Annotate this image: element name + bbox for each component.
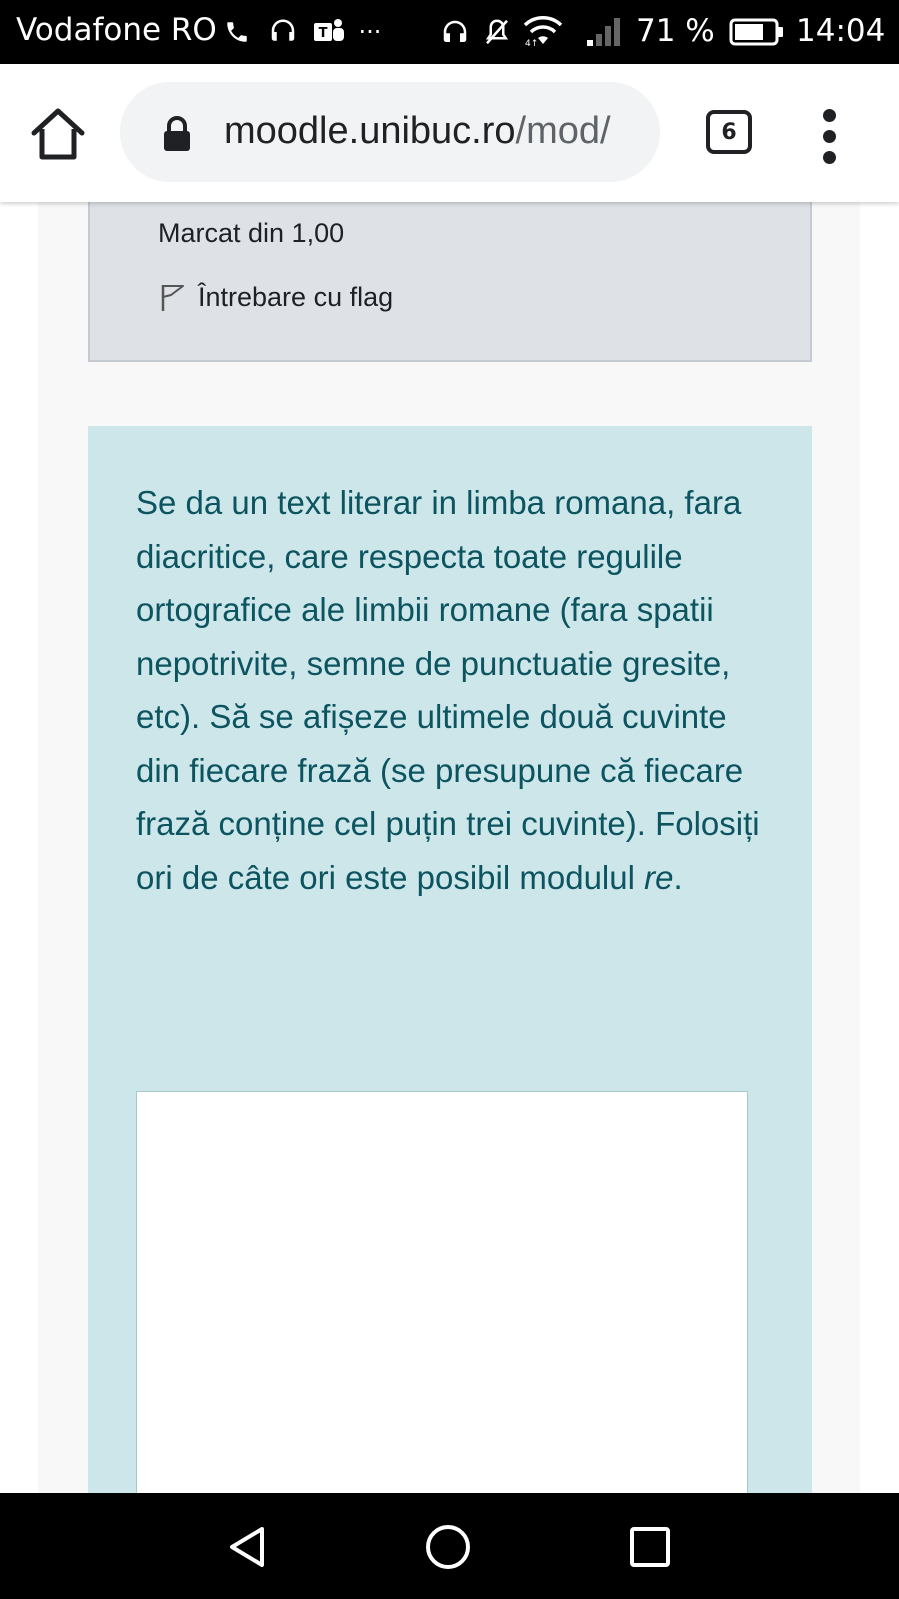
home-circle-icon[interactable]	[424, 1523, 472, 1571]
clock: 14:04	[796, 13, 886, 49]
question-info-box: Marcat din 1,00 Întrebare cu flag	[88, 202, 812, 362]
phone-icon	[222, 14, 252, 50]
tab-switcher-icon[interactable]: 6	[706, 110, 752, 154]
answer-input[interactable]	[136, 1091, 748, 1493]
signal-icon	[584, 14, 626, 50]
home-icon[interactable]	[30, 107, 86, 161]
question-mark: Marcat din 1,00	[158, 218, 345, 248]
question-container: Marcat din 1,00 Întrebare cu flag Se da …	[38, 202, 860, 1493]
teams-icon: T	[310, 14, 348, 50]
back-triangle-icon[interactable]	[222, 1523, 270, 1571]
status-bar: Vodafone RO T ··· 4↑ 71 % 14:04	[0, 0, 899, 64]
system-nav-bar	[0, 1493, 899, 1599]
url-path: /mod/	[515, 110, 611, 152]
svg-text:4↑: 4↑	[525, 39, 538, 48]
tab-count: 6	[721, 119, 737, 145]
url-host: moodle.unibuc.ro	[224, 110, 516, 152]
recents-square-icon[interactable]	[626, 1523, 674, 1571]
muted-icon	[480, 14, 514, 50]
lock-icon[interactable]	[162, 116, 192, 152]
battery-percent: 71 %	[636, 13, 715, 49]
question-text-main: Se da un text literar in limba romana, f…	[136, 484, 760, 896]
flag-label[interactable]: Întrebare cu flag	[198, 282, 393, 313]
wifi-icon: 4↑	[520, 14, 566, 50]
question-text: Se da un text literar in limba romana, f…	[136, 476, 776, 904]
url-text[interactable]: moodle.unibuc.ro/mod/	[224, 110, 644, 153]
headset-icon	[266, 14, 300, 50]
carrier-name: Vodafone RO	[16, 12, 217, 48]
question-text-end: .	[673, 858, 683, 896]
more-vert-icon[interactable]	[815, 109, 843, 165]
headphones-icon	[438, 14, 472, 50]
svg-text:T: T	[319, 26, 328, 41]
page-content: Marcat din 1,00 Întrebare cu flag Se da …	[0, 202, 899, 1493]
browser-toolbar: moodle.unibuc.ro/mod/ 6	[0, 64, 899, 202]
overflow-dots-icon: ···	[358, 18, 382, 46]
flag-question-toggle[interactable]: Întrebare cu flag	[160, 282, 393, 313]
question-text-module: re	[644, 858, 674, 896]
question-text-box: Se da un text literar in limba romana, f…	[88, 426, 812, 1493]
url-bar[interactable]: moodle.unibuc.ro/mod/	[120, 82, 660, 182]
flag-icon[interactable]	[160, 283, 186, 313]
battery-icon	[728, 14, 786, 50]
